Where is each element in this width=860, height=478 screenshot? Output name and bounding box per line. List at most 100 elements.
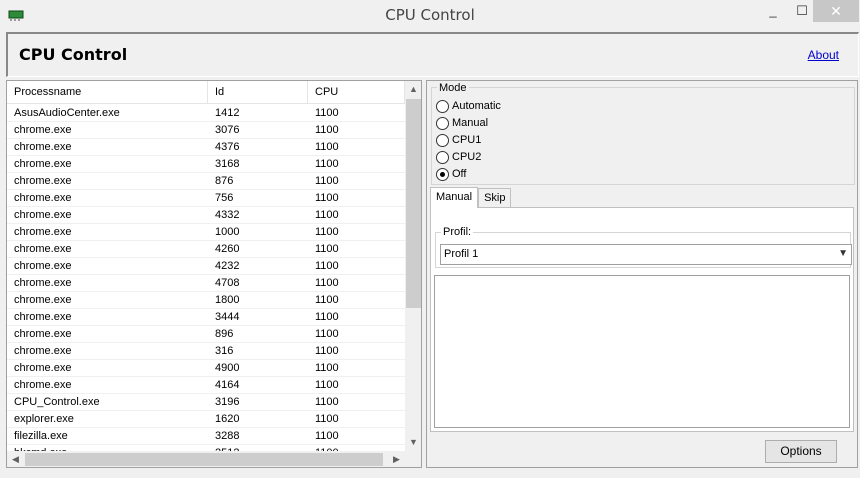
table-row[interactable]: chrome.exe 4900 1100 <box>7 360 405 377</box>
list-header: Processname Id CPU <box>7 81 405 104</box>
cell-cpu: 1100 <box>315 226 339 238</box>
radio-label: Off <box>452 168 467 180</box>
table-row[interactable]: chrome.exe 896 1100 <box>7 326 405 343</box>
table-row[interactable]: chrome.exe 3076 1100 <box>7 122 405 139</box>
cell-cpu: 1100 <box>315 243 339 255</box>
cell-id: 1620 <box>215 413 240 425</box>
cell-id: 1000 <box>215 226 240 238</box>
cell-cpu: 1100 <box>315 277 339 289</box>
column-header-id[interactable]: Id <box>208 81 308 103</box>
radio-off[interactable]: Off <box>436 166 466 182</box>
table-row[interactable]: chrome.exe 4164 1100 <box>7 377 405 394</box>
close-button[interactable]: ✕ <box>813 0 859 22</box>
radio-button[interactable] <box>436 116 449 130</box>
cell-id: 3288 <box>215 430 240 442</box>
chevron-left-icon[interactable]: ◀ <box>7 451 24 467</box>
profil-select[interactable]: Profil 1 ▼ <box>440 244 852 265</box>
radio-label: Automatic <box>452 100 501 112</box>
scrollbar-thumb[interactable] <box>406 99 421 308</box>
table-row[interactable]: chrome.exe 876 1100 <box>7 173 405 190</box>
tab-bar: Manual Skip <box>430 187 512 208</box>
table-row[interactable]: chrome.exe 4376 1100 <box>7 139 405 156</box>
cell-cpu: 1100 <box>315 345 339 357</box>
cell-cpu: 1100 <box>315 413 339 425</box>
table-row[interactable]: AsusAudioCenter.exe 1412 1100 <box>7 105 405 122</box>
cell-id: 3196 <box>215 396 240 408</box>
chevron-right-icon[interactable]: ▶ <box>388 451 405 467</box>
process-list[interactable]: Processname Id CPU AsusAudioCenter.exe 14… <box>6 80 422 468</box>
radio-button[interactable] <box>436 167 449 181</box>
cell-processname: chrome.exe <box>14 294 72 306</box>
radio-manual[interactable]: Manual <box>436 115 488 131</box>
table-row[interactable]: chrome.exe 3444 1100 <box>7 309 405 326</box>
table-row[interactable]: chrome.exe 3168 1100 <box>7 156 405 173</box>
table-row[interactable]: CPU_Control.exe 3196 1100 <box>7 394 405 411</box>
cell-processname: chrome.exe <box>14 362 72 374</box>
vertical-scrollbar[interactable]: ▲ ▼ <box>405 81 421 451</box>
profil-textarea[interactable] <box>434 275 850 428</box>
chevron-down-icon[interactable]: ▼ <box>405 434 421 451</box>
table-row[interactable]: chrome.exe 316 1100 <box>7 343 405 360</box>
table-row[interactable]: chrome.exe 1800 1100 <box>7 292 405 309</box>
radio-button[interactable] <box>436 150 449 164</box>
cell-id: 4332 <box>215 209 240 221</box>
window-title: CPU Control <box>385 6 475 24</box>
cell-processname: chrome.exe <box>14 260 72 272</box>
table-row[interactable]: chrome.exe 4708 1100 <box>7 275 405 292</box>
page-title: CPU Control <box>19 45 128 64</box>
list-rows: AsusAudioCenter.exe 1412 1100 chrome.exe 307… <box>7 105 405 462</box>
cell-cpu: 1100 <box>315 260 339 272</box>
about-link[interactable]: About <box>808 48 839 62</box>
cell-cpu: 1100 <box>315 209 339 221</box>
cell-cpu: 1100 <box>315 175 339 187</box>
cell-id: 876 <box>215 175 234 187</box>
radio-automatic[interactable]: Automatic <box>436 98 501 114</box>
table-row[interactable]: chrome.exe 4232 1100 <box>7 258 405 275</box>
cell-processname: AsusAudioCenter.exe <box>14 107 120 119</box>
cell-id: 1800 <box>215 294 240 306</box>
cell-processname: CPU_Control.exe <box>14 396 100 408</box>
radio-button[interactable] <box>436 133 449 147</box>
scrollbar-thumb[interactable] <box>25 453 383 466</box>
column-header-cpu[interactable]: CPU <box>308 81 405 103</box>
radio-button[interactable] <box>436 99 449 113</box>
mode-group: Mode Automatic Manual CPU1 CPU2 Off <box>431 82 855 185</box>
cell-cpu: 1100 <box>315 107 339 119</box>
minimize-button[interactable]: _ <box>758 0 788 22</box>
cell-id: 896 <box>215 328 234 340</box>
cell-processname: chrome.exe <box>14 311 72 323</box>
table-row[interactable]: chrome.exe 1000 1100 <box>7 224 405 241</box>
cell-processname: chrome.exe <box>14 192 72 204</box>
chevron-up-icon[interactable]: ▲ <box>405 81 421 98</box>
profil-legend: Profil: <box>441 226 474 238</box>
table-row[interactable]: chrome.exe 4332 1100 <box>7 207 405 224</box>
cell-processname: chrome.exe <box>14 328 72 340</box>
cell-cpu: 1100 <box>315 311 339 323</box>
cell-id: 4260 <box>215 243 240 255</box>
tab-manual[interactable]: Manual <box>430 187 479 208</box>
cell-processname: chrome.exe <box>14 226 72 238</box>
radio-cpu1[interactable]: CPU1 <box>436 132 481 148</box>
radio-label: Manual <box>452 117 489 129</box>
options-button[interactable]: Options <box>765 440 837 463</box>
table-row[interactable]: chrome.exe 756 1100 <box>7 190 405 207</box>
cell-cpu: 1100 <box>315 362 339 374</box>
mode-legend: Mode <box>437 82 469 94</box>
cell-processname: chrome.exe <box>14 277 72 289</box>
cell-processname: chrome.exe <box>14 158 72 170</box>
radio-cpu2[interactable]: CPU2 <box>436 149 481 165</box>
horizontal-scrollbar[interactable]: ◀ ▶ <box>7 451 405 467</box>
tab-skip[interactable]: Skip <box>478 188 512 208</box>
settings-panel: Mode Automatic Manual CPU1 CPU2 Off Manu… <box>426 80 858 468</box>
cell-processname: chrome.exe <box>14 124 72 136</box>
tab-panel-manual: Profil: Profil 1 ▼ <box>430 207 854 432</box>
table-row[interactable]: explorer.exe 1620 1100 <box>7 411 405 428</box>
cell-cpu: 1100 <box>315 192 339 204</box>
cell-cpu: 1100 <box>315 124 339 136</box>
chevron-down-icon[interactable]: ▼ <box>838 248 848 259</box>
table-row[interactable]: filezilla.exe 3288 1100 <box>7 428 405 445</box>
table-row[interactable]: chrome.exe 4260 1100 <box>7 241 405 258</box>
column-header-processname[interactable]: Processname <box>7 81 208 103</box>
cell-id: 4376 <box>215 141 240 153</box>
cell-processname: chrome.exe <box>14 243 72 255</box>
